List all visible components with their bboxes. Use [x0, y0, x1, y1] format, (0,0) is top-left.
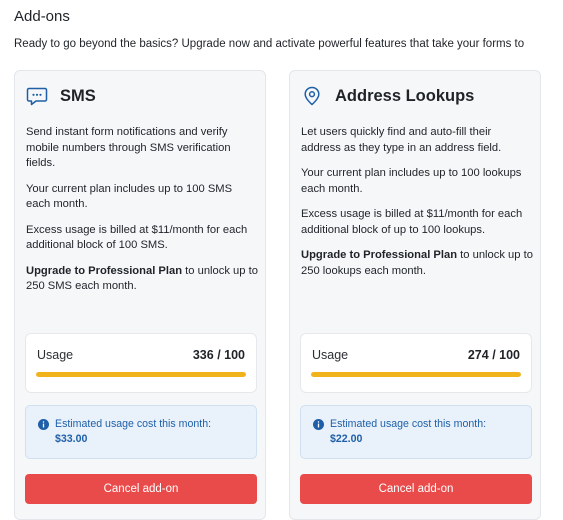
- addon-card-sms: SMS Send instant form notifications and …: [14, 70, 266, 520]
- plan-info: Your current plan includes up to 100 SMS…: [26, 182, 233, 211]
- estimated-cost-notice: Estimated usage cost this month: $22.00: [300, 405, 532, 459]
- estimated-cost-notice: Estimated usage cost this month: $33.00: [25, 405, 257, 459]
- cancel-addon-button[interactable]: Cancel add-on: [25, 474, 257, 504]
- usage-progress-fill: [311, 372, 521, 377]
- usage-box: Usage 274 / 100: [300, 333, 532, 393]
- usage-progress-fill: [36, 372, 246, 377]
- addon-card-address-lookups: Address Lookups Let users quickly find a…: [289, 70, 541, 520]
- addon-description: Let users quickly find and auto-fill the…: [301, 126, 502, 154]
- chat-bubble-icon: [26, 87, 48, 106]
- info-icon: [313, 419, 324, 430]
- cost-amount: $22.00: [330, 433, 363, 445]
- cost-label: Estimated usage cost this month:: [330, 418, 487, 430]
- usage-label: Usage: [37, 348, 74, 362]
- card-title: Address Lookups: [335, 86, 475, 105]
- usage-box: Usage 336 / 100: [25, 333, 257, 393]
- usage-label: Usage: [312, 348, 349, 362]
- info-icon: [38, 419, 49, 430]
- usage-value: 274 / 100: [467, 348, 520, 362]
- upgrade-info: Upgrade to Professional Plan to unlock u…: [301, 248, 533, 279]
- upgrade-link[interactable]: Upgrade to Professional Plan: [301, 249, 457, 261]
- upgrade-info: Upgrade to Professional Plan to unlock u…: [26, 264, 258, 295]
- plan-info: Your current plan includes up to 100 loo…: [301, 167, 522, 195]
- card-header: Address Lookups: [301, 85, 474, 107]
- card-header: SMS: [26, 85, 96, 107]
- cancel-addon-button[interactable]: Cancel add-on: [300, 474, 532, 504]
- page-subtitle: Ready to go beyond the basics? Upgrade n…: [14, 38, 525, 50]
- card-title: SMS: [60, 86, 96, 105]
- card-body: Send instant form notifications and veri…: [26, 125, 258, 305]
- cost-label: Estimated usage cost this month:: [55, 418, 212, 430]
- excess-info: Excess usage is billed at $11/month for …: [301, 208, 523, 236]
- usage-value: 336 / 100: [192, 348, 245, 362]
- cost-text: Estimated usage cost this month: $22.00: [330, 417, 486, 447]
- location-pin-icon: [304, 86, 320, 106]
- cost-text: Estimated usage cost this month: $33.00: [55, 417, 211, 447]
- excess-info: Excess usage is billed at $11/month for …: [26, 223, 248, 252]
- cost-amount: $33.00: [55, 433, 88, 445]
- usage-progress-bar: [36, 372, 246, 377]
- card-body: Let users quickly find and auto-fill the…: [301, 125, 533, 289]
- addon-description: Send instant form notifications and veri…: [26, 126, 231, 169]
- usage-progress-bar: [311, 372, 521, 377]
- page-title: Add-ons: [14, 8, 70, 25]
- upgrade-link[interactable]: Upgrade to Professional Plan: [26, 265, 182, 277]
